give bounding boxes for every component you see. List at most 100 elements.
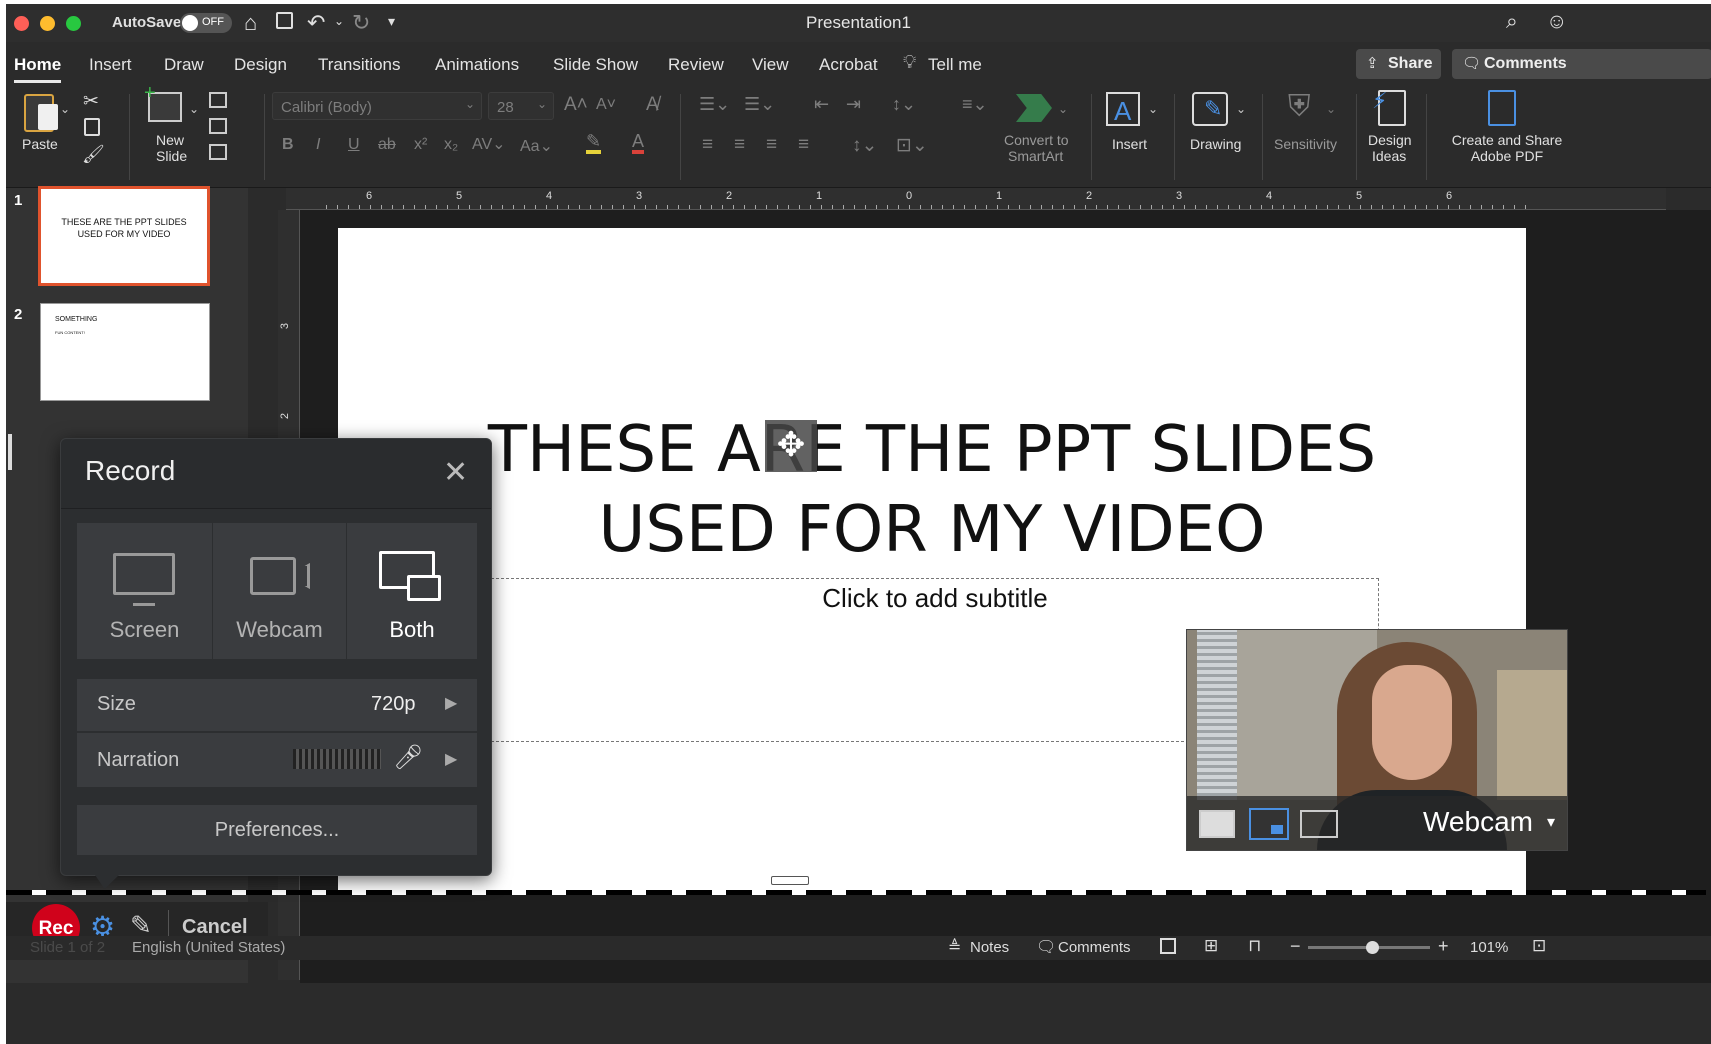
ruler-tick (458, 205, 459, 209)
bold-icon[interactable]: B (282, 136, 294, 154)
webcam-source-label[interactable]: Webcam (1423, 806, 1533, 838)
ruler-tick (1206, 205, 1207, 209)
chevron-down-icon[interactable]: ⌄ (1058, 102, 1068, 116)
webcam-layout-full-button[interactable] (1199, 810, 1235, 838)
chevron-down-icon[interactable]: ⌄ (1148, 102, 1158, 116)
line-spacing-icon[interactable]: ↕⌄ (892, 94, 916, 115)
decrease-font-icon[interactable]: A˅ (596, 96, 616, 114)
clear-formatting-icon[interactable]: A̸ (646, 94, 659, 116)
presenter-view-icon[interactable]: ⊓ (1248, 936, 1261, 956)
comment-icon[interactable]: 🗨︎ (1036, 937, 1056, 957)
comments-button[interactable]: 🗨︎ Comments (1452, 49, 1711, 79)
mode-webcam-button[interactable]: Webcam (213, 523, 347, 659)
tab-home[interactable]: Home (14, 55, 61, 75)
columns-icon[interactable]: ≡⌄ (962, 94, 988, 115)
share-button[interactable]: ⇪ Share (1356, 49, 1441, 79)
chevron-down-icon[interactable]: ⌄ (1326, 102, 1336, 116)
ruler-tick (766, 205, 767, 209)
align-right-icon[interactable]: ≡ (766, 134, 777, 156)
ruler-tick (1008, 205, 1009, 209)
change-case-icon[interactable]: Aa⌄ (520, 136, 553, 156)
align-left-icon[interactable]: ≡ (702, 134, 713, 156)
smartart-icon[interactable] (1016, 94, 1052, 122)
narration-row[interactable]: Narration 🎤︎ ▶ (77, 733, 477, 787)
ruler-tick (1184, 205, 1185, 209)
chevron-down-icon[interactable]: ▾ (1547, 812, 1555, 832)
adobe-pdf-icon[interactable] (1488, 90, 1516, 126)
design-ideas-icon[interactable]: ⚡ (1372, 88, 1406, 126)
align-text-icon[interactable]: ⊡⌄ (896, 134, 928, 157)
new-slide-icon[interactable]: + (144, 82, 182, 122)
tab-draw[interactable]: Draw (164, 55, 204, 75)
layout-icon[interactable] (209, 92, 227, 108)
subscript-icon[interactable]: x₂ (444, 136, 458, 154)
slide-thumbnail-1[interactable]: THESE ARE THE PPT SLIDES USED FOR MY VID… (38, 186, 210, 286)
font-size-select[interactable]: 28 ⌄ (488, 92, 554, 120)
slide-sorter-icon[interactable]: ⊞ (1204, 936, 1218, 956)
mode-both-button[interactable]: Both (347, 523, 477, 659)
fit-slide-icon[interactable]: ⊡ (1532, 936, 1546, 956)
preferences-button[interactable]: Preferences... (77, 805, 477, 855)
strikethrough-icon[interactable]: ab (378, 136, 396, 154)
underline-icon[interactable]: U (348, 136, 360, 154)
notes-icon[interactable]: ≜ (948, 937, 961, 957)
webcam-layout-off-button[interactable] (1300, 810, 1338, 838)
font-color-icon[interactable]: A (632, 132, 645, 154)
bullets-icon[interactable]: ☰⌄ (699, 94, 730, 115)
webcam-preview[interactable]: Webcam ▾ (1186, 629, 1568, 851)
close-icon[interactable]: ✕ (443, 455, 468, 490)
smiley-icon[interactable]: ☺ (1546, 10, 1567, 34)
slide-thumbnail-2[interactable]: SOMETHING FUN CONTENT! (40, 303, 210, 401)
text-direction-icon[interactable]: ↕⌄ (852, 134, 877, 157)
comments-status-button[interactable]: Comments (1058, 939, 1131, 956)
zoom-in-button[interactable]: + (1438, 936, 1449, 957)
zoom-out-button[interactable]: − (1290, 936, 1301, 957)
mode-screen-button[interactable]: Screen (77, 523, 213, 659)
tab-insert[interactable]: Insert (89, 55, 132, 75)
font-name-select[interactable]: Calibri (Body) ⌄ (272, 92, 482, 120)
increase-font-icon[interactable]: A˄ (564, 94, 588, 116)
italic-icon[interactable]: I (316, 136, 320, 154)
chevron-down-icon[interactable]: ⌄ (60, 102, 70, 116)
size-row[interactable]: Size 720p ▶ (77, 679, 477, 731)
tab-acrobat[interactable]: Acrobat (819, 55, 878, 75)
language-status[interactable]: English (United States) (132, 939, 285, 956)
reset-icon[interactable] (209, 118, 227, 134)
zoom-slider[interactable] (1308, 941, 1430, 954)
insert-shape-icon[interactable]: A (1106, 92, 1140, 126)
chevron-down-icon[interactable]: ⌄ (189, 102, 199, 116)
justify-icon[interactable]: ≡ (798, 134, 809, 156)
slide-resize-handle[interactable] (771, 876, 809, 885)
tell-me-search[interactable]: Tell me (928, 55, 982, 75)
align-center-icon[interactable]: ≡ (734, 134, 745, 156)
slide-title[interactable]: THESE ARE THE PPT SLIDES USED FOR MY VID… (338, 410, 1526, 570)
sensitivity-icon[interactable]: ⛨ (1288, 90, 1311, 124)
tab-transitions[interactable]: Transitions (318, 55, 401, 75)
pane-resize-handle[interactable] (8, 434, 12, 470)
increase-indent-icon[interactable]: ⇥ (846, 94, 861, 115)
chevron-down-icon[interactable]: ⌄ (1236, 102, 1246, 116)
notes-button[interactable]: Notes (970, 939, 1009, 956)
normal-view-icon[interactable] (1160, 938, 1176, 954)
format-painter-icon[interactable]: 🖌︎ (82, 144, 105, 165)
ruler-tick (865, 205, 866, 209)
webcam-layout-pip-button[interactable] (1249, 808, 1289, 840)
section-icon[interactable] (209, 144, 227, 160)
ruler-tick (469, 205, 470, 209)
tab-design[interactable]: Design (234, 55, 287, 75)
cut-icon[interactable]: ✂ (83, 90, 99, 113)
zoom-slider-thumb[interactable] (1366, 941, 1379, 954)
copy-icon[interactable] (84, 118, 100, 136)
character-spacing-icon[interactable]: AV⌄ (472, 134, 506, 154)
tab-review[interactable]: Review (668, 55, 724, 75)
highlight-icon[interactable]: ✎ (586, 132, 602, 154)
numbering-icon[interactable]: ☰⌄ (744, 94, 775, 115)
tab-view[interactable]: View (752, 55, 789, 75)
decrease-indent-icon[interactable]: ⇤ (814, 94, 829, 115)
drawing-icon[interactable]: ✎ (1192, 92, 1228, 126)
tab-slide-show[interactable]: Slide Show (553, 55, 638, 75)
tab-animations[interactable]: Animations (435, 55, 519, 75)
search-icon[interactable]: ⌕ (1506, 10, 1518, 34)
superscript-icon[interactable]: x² (414, 136, 427, 154)
zoom-level[interactable]: 101% (1470, 939, 1508, 956)
